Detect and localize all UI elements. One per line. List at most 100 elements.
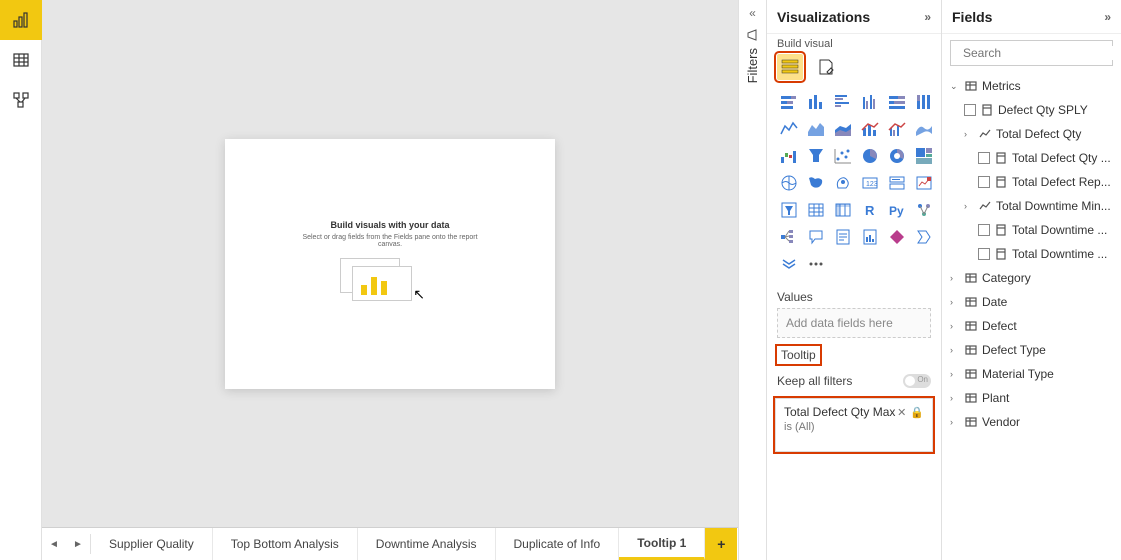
fields-search-box[interactable] <box>950 40 1113 66</box>
values-field-well[interactable]: Add data fields here <box>777 308 931 338</box>
viz-treemap-icon[interactable] <box>912 144 936 168</box>
field-checkbox[interactable] <box>978 248 990 260</box>
table-material-type[interactable]: ›Material Type <box>946 362 1117 386</box>
placeholder-title: Build visuals with your data <box>330 220 449 230</box>
viz-kpi-icon[interactable] <box>912 171 936 195</box>
remove-filter-icon[interactable]: ✕ <box>897 406 906 419</box>
viz-filled-map-icon[interactable] <box>804 171 828 195</box>
viz-matrix-icon[interactable] <box>831 198 855 222</box>
viz-stacked-area-icon[interactable] <box>831 117 855 141</box>
viz-funnel-icon[interactable] <box>804 144 828 168</box>
viz-decomposition-icon[interactable] <box>777 225 801 249</box>
viz-paginated-icon[interactable] <box>858 225 882 249</box>
nav-model-view[interactable] <box>0 80 42 120</box>
viz-power-automate-icon[interactable] <box>912 225 936 249</box>
table-plant[interactable]: ›Plant <box>946 386 1117 410</box>
report-page[interactable]: Build visuals with your data Select or d… <box>225 139 555 389</box>
tab-nav-next[interactable]: ► <box>66 528 90 560</box>
tab-downtime[interactable]: Downtime Analysis <box>358 528 496 560</box>
viz-table-icon[interactable] <box>804 198 828 222</box>
viz-line-stacked-column-icon[interactable] <box>858 117 882 141</box>
viz-power-apps-icon[interactable] <box>885 225 909 249</box>
tab-tooltip-1[interactable]: Tooltip 1 <box>619 528 705 560</box>
table-icon <box>964 272 978 284</box>
lock-filter-icon[interactable]: 🔒 <box>910 406 924 419</box>
viz-ribbon-icon[interactable] <box>912 117 936 141</box>
tooltip-section-label: Tooltip <box>777 346 820 364</box>
format-visual-button[interactable] <box>813 54 839 80</box>
field-total-defect-qty[interactable]: › Total Defect Qty <box>946 122 1117 146</box>
visualization-type-grid: 123 R Py <box>767 84 941 282</box>
filters-pane-collapsed[interactable]: « Filters <box>738 0 766 560</box>
table-defect-type[interactable]: ›Defect Type <box>946 338 1117 362</box>
viz-more-options-icon[interactable] <box>804 252 828 276</box>
fields-search-input[interactable] <box>963 46 1118 60</box>
viz-line-icon[interactable] <box>777 117 801 141</box>
page-format-icon <box>817 58 835 76</box>
viz-map-icon[interactable] <box>777 171 801 195</box>
viz-pane-collapse-icon[interactable]: » <box>924 10 931 24</box>
add-page-button[interactable]: + <box>705 528 737 560</box>
field-total-defect-rep[interactable]: Total Defect Rep... <box>946 170 1117 194</box>
tab-duplicate-info[interactable]: Duplicate of Info <box>496 528 620 560</box>
tab-supplier-quality[interactable]: Supplier Quality <box>91 528 213 560</box>
table-icon <box>964 416 978 428</box>
field-checkbox[interactable] <box>978 176 990 188</box>
field-defect-qty-sply[interactable]: Defect Qty SPLY <box>946 98 1117 122</box>
viz-slicer-icon[interactable] <box>777 198 801 222</box>
viz-waterfall-icon[interactable] <box>777 144 801 168</box>
viz-qna-icon[interactable] <box>804 225 828 249</box>
svg-text:R: R <box>865 203 875 218</box>
viz-line-clustered-column-icon[interactable] <box>885 117 909 141</box>
field-checkbox[interactable] <box>964 104 976 116</box>
table-metrics[interactable]: ⌄ Metrics <box>946 74 1117 98</box>
table-date[interactable]: ›Date <box>946 290 1117 314</box>
field-checkbox[interactable] <box>978 152 990 164</box>
viz-clustered-bar-icon[interactable] <box>831 90 855 114</box>
filters-label[interactable]: Filters <box>745 48 760 83</box>
viz-area-icon[interactable] <box>804 117 828 141</box>
tooltip-filter-card[interactable]: Total Defect Qty Max ✕ 🔒 is (All) <box>775 398 933 452</box>
build-visual-fields-button[interactable] <box>777 54 803 80</box>
field-total-downtime-child-2[interactable]: Total Downtime ... <box>946 242 1117 266</box>
fields-pane-collapse-icon[interactable]: » <box>1104 10 1111 24</box>
nav-data-view[interactable] <box>0 40 42 80</box>
viz-stacked-bar-icon[interactable] <box>777 90 801 114</box>
viz-clustered-column-icon[interactable] <box>858 90 882 114</box>
viz-get-more-icon[interactable] <box>777 252 801 276</box>
viz-donut-icon[interactable] <box>885 144 909 168</box>
chevron-right-icon: › <box>950 417 960 427</box>
canvas-viewport[interactable]: Build visuals with your data Select or d… <box>42 0 738 527</box>
viz-python-icon[interactable]: Py <box>885 198 909 222</box>
build-visual-label: Build visual <box>767 34 941 52</box>
viz-narrative-icon[interactable] <box>831 225 855 249</box>
viz-stacked-column-icon[interactable] <box>804 90 828 114</box>
viz-scatter-icon[interactable] <box>831 144 855 168</box>
viz-azure-map-icon[interactable] <box>831 171 855 195</box>
table-category[interactable]: ›Category <box>946 266 1117 290</box>
table-icon <box>964 80 978 92</box>
viz-card-icon[interactable]: 123 <box>858 171 882 195</box>
table-defect[interactable]: ›Defect <box>946 314 1117 338</box>
keep-filters-toggle[interactable]: On <box>903 374 931 388</box>
chevron-right-icon: › <box>950 297 960 307</box>
viz-100-stacked-column-icon[interactable] <box>912 90 936 114</box>
viz-key-influencers-icon[interactable] <box>912 198 936 222</box>
measure-icon <box>994 248 1008 260</box>
field-total-downtime-child-1[interactable]: Total Downtime ... <box>946 218 1117 242</box>
viz-r-script-icon[interactable]: R <box>858 198 882 222</box>
viz-pie-icon[interactable] <box>858 144 882 168</box>
field-total-downtime-min[interactable]: › Total Downtime Min... <box>946 194 1117 218</box>
field-total-defect-qty-child-1[interactable]: Total Defect Qty ... <box>946 146 1117 170</box>
field-checkbox[interactable] <box>978 224 990 236</box>
viz-100-stacked-bar-icon[interactable] <box>885 90 909 114</box>
tab-nav-prev[interactable]: ◄ <box>42 528 66 560</box>
nav-report-view[interactable] <box>0 0 42 40</box>
viz-multi-card-icon[interactable] <box>885 171 909 195</box>
tab-top-bottom[interactable]: Top Bottom Analysis <box>213 528 358 560</box>
chevron-right-icon: › <box>964 201 974 211</box>
filters-expand-icon[interactable]: « <box>749 6 756 20</box>
chevron-right-icon: › <box>950 393 960 403</box>
table-vendor[interactable]: ›Vendor <box>946 410 1117 434</box>
fields-pane-title: Fields <box>952 9 992 25</box>
